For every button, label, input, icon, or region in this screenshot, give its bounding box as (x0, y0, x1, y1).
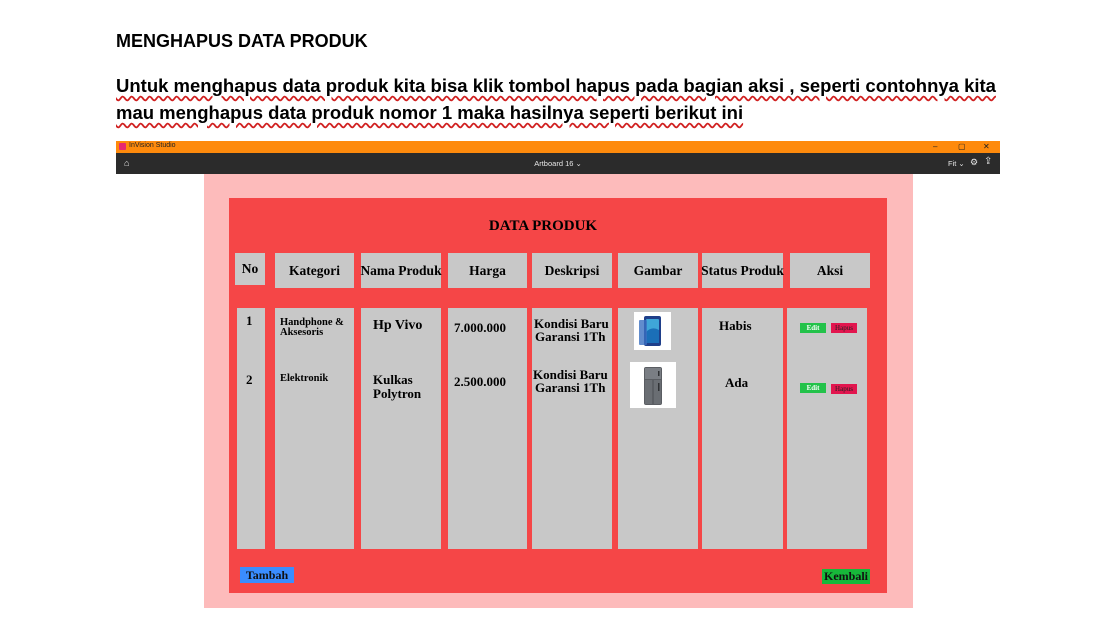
header-kategori: Kategori (275, 253, 354, 288)
fit-dropdown[interactable]: Fit ⌄ (948, 159, 965, 168)
fridge-image-icon (644, 367, 662, 405)
window-titlebar: InVision Studio – ▢ ✕ (116, 141, 1000, 153)
tambah-button[interactable]: Tambah (240, 567, 294, 583)
document-paragraph: Untuk menghapus data produk kita bisa kl… (116, 75, 996, 123)
row2-deskripsi-line2: Garansi 1Th (535, 380, 606, 395)
studio-toolbar: ⌂ Artboard 16 ⌄ Fit ⌄ ⚙ ⇪ (116, 153, 1000, 174)
header-harga: Harga (448, 253, 527, 288)
row1-hapus-button[interactable]: Hapus (831, 323, 857, 333)
phone-image-icon (639, 316, 661, 346)
row1-no: 1 (246, 313, 253, 328)
row1-harga: 7.000.000 (454, 320, 506, 335)
row2-nama-line2: Polytron (373, 386, 422, 401)
header-deskripsi: Deskripsi (532, 253, 612, 288)
column-status-produk (702, 308, 783, 549)
header-aksi: Aksi (790, 253, 870, 288)
column-no (237, 308, 265, 549)
artboard-selector[interactable]: Artboard 16 ⌄ (116, 159, 1000, 168)
row2-harga: 2.500.000 (454, 374, 506, 389)
header-no: No (235, 253, 265, 285)
column-aksi (787, 308, 867, 549)
row1-status: Habis (719, 318, 752, 333)
kembali-button[interactable]: Kembali (822, 569, 870, 584)
row1-kategori-line2: Aksesoris (280, 327, 324, 338)
row2-edit-button[interactable]: Edit (800, 383, 826, 393)
close-icon[interactable]: ✕ (983, 141, 990, 153)
share-icon[interactable]: ⇪ (984, 156, 992, 167)
document-heading: MENGHAPUS DATA PRODUK (116, 31, 368, 51)
column-nama-produk (361, 308, 441, 549)
row1-nama-produk: Hp Vivo (373, 318, 423, 333)
header-nama-produk: Nama Produk (360, 253, 442, 288)
row1-product-image (634, 312, 671, 350)
column-kategori (275, 308, 354, 549)
minimize-icon[interactable]: – (933, 141, 937, 153)
row2-hapus-button[interactable]: Hapus (831, 384, 857, 394)
row2-kategori: Elektronik (280, 373, 329, 384)
column-deskripsi (532, 308, 612, 549)
settings-icon[interactable]: ⚙ (970, 157, 978, 168)
header-gambar: Gambar (618, 253, 698, 288)
row2-no: 2 (246, 372, 253, 387)
row2-status: Ada (725, 375, 749, 390)
header-status-produk: Status Produk (701, 253, 784, 288)
row2-product-image (630, 362, 676, 408)
page-title: DATA PRODUK (488, 218, 598, 234)
artboard-data-produk: DATA PRODUK No Kategori Nama Produk Harg… (229, 198, 887, 593)
column-harga (448, 308, 527, 549)
invision-logo-icon (119, 143, 126, 150)
restore-icon[interactable]: ▢ (958, 141, 966, 153)
row2-nama-line1: Kulkas (373, 372, 413, 387)
row1-deskripsi-line2: Garansi 1Th (535, 329, 606, 344)
row1-edit-button[interactable]: Edit (800, 323, 826, 333)
app-name: InVision Studio (129, 142, 176, 149)
